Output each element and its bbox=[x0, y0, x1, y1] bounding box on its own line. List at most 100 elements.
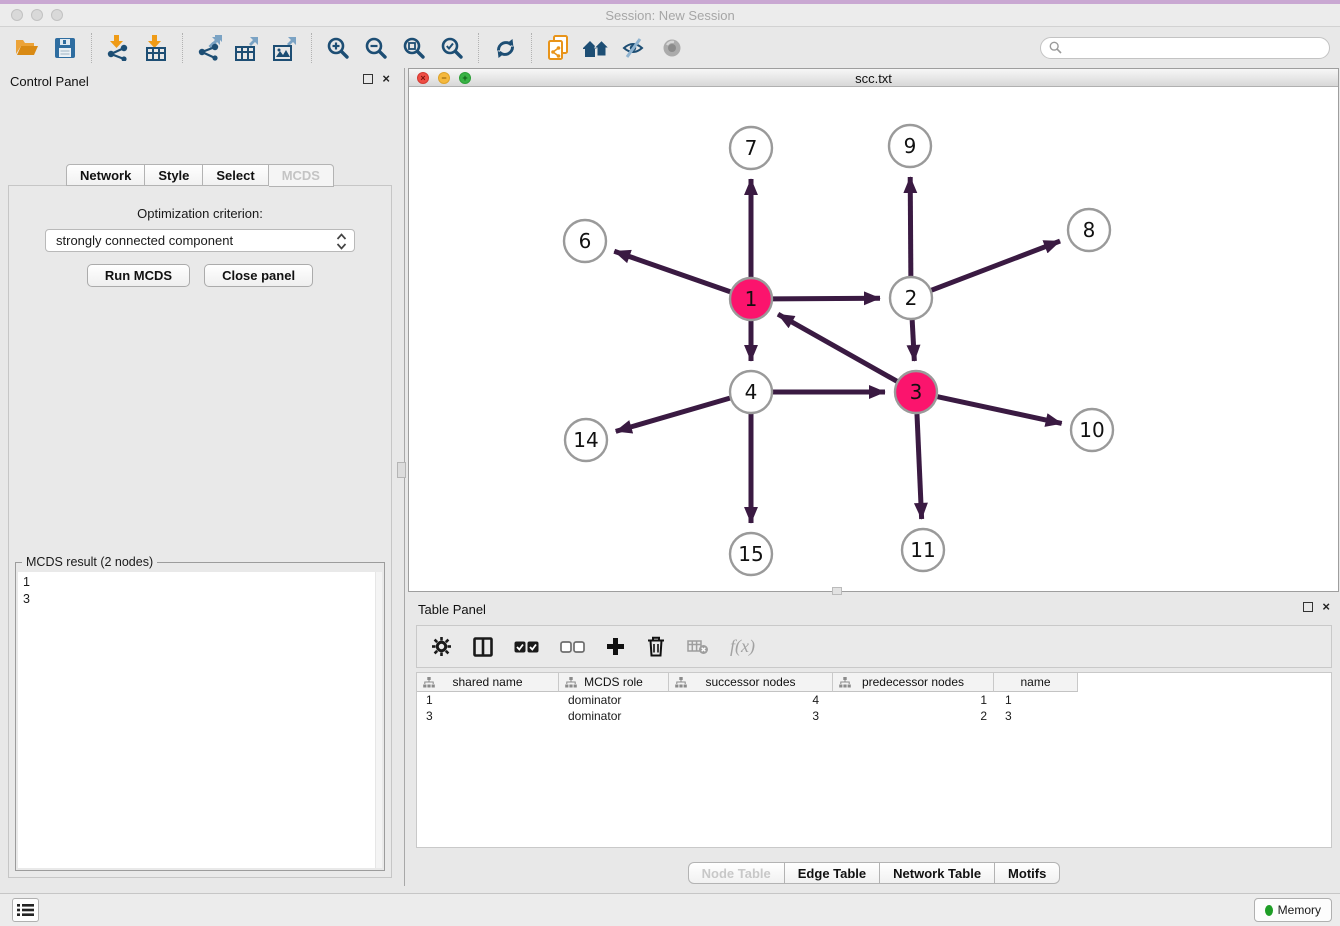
graph-node-label: 14 bbox=[573, 428, 598, 452]
graph-node[interactable]: 6 bbox=[564, 220, 606, 262]
search-input[interactable] bbox=[1040, 37, 1330, 59]
graph-edge[interactable] bbox=[917, 414, 922, 519]
graph-edge[interactable] bbox=[932, 241, 1060, 290]
tab-mcds[interactable]: MCDS bbox=[269, 164, 334, 187]
network-graph[interactable]: 7 9 6 8 1 2 4 3 14 10 15 11 bbox=[409, 88, 1338, 593]
chevron-updown-icon bbox=[335, 232, 348, 251]
tab-select[interactable]: Select bbox=[203, 164, 268, 186]
zoom-in-icon[interactable] bbox=[321, 32, 355, 64]
close-panel-button[interactable]: Close panel bbox=[204, 264, 313, 287]
network-view-window: × − + scc.txt 7 9 6 8 1 2 4 3 14 10 15 11 bbox=[408, 68, 1339, 592]
table-row[interactable]: 1 dominator 4 1 1 bbox=[417, 692, 1331, 708]
graph-node[interactable]: 10 bbox=[1071, 409, 1113, 451]
graph-node-label: 1 bbox=[745, 287, 758, 311]
cell-predecessor-nodes: 1 bbox=[833, 692, 994, 708]
refresh-icon[interactable] bbox=[488, 32, 522, 64]
tab-node-table[interactable]: Node Table bbox=[688, 862, 785, 884]
network-canvas[interactable]: 7 9 6 8 1 2 4 3 14 10 15 11 bbox=[409, 88, 1338, 591]
table-row[interactable]: 3 dominator 3 2 3 bbox=[417, 708, 1331, 724]
graph-edge[interactable] bbox=[910, 177, 911, 276]
export-image-icon[interactable] bbox=[268, 32, 302, 64]
export-table-icon[interactable] bbox=[230, 32, 264, 64]
graph-edge[interactable] bbox=[912, 320, 914, 361]
tree-hierarchy-icon bbox=[423, 677, 435, 688]
zoom-selected-icon[interactable] bbox=[435, 32, 469, 64]
graph-edge[interactable] bbox=[614, 251, 730, 292]
tab-motifs[interactable]: Motifs bbox=[995, 862, 1060, 884]
graph-node[interactable]: 15 bbox=[730, 533, 772, 575]
graph-edge[interactable] bbox=[773, 298, 880, 299]
graph-edge[interactable] bbox=[616, 398, 730, 431]
memory-button[interactable]: Memory bbox=[1254, 898, 1332, 922]
close-panel-icon[interactable]: × bbox=[1322, 602, 1330, 612]
save-session-icon[interactable] bbox=[48, 32, 82, 64]
column-header-predecessor-nodes[interactable]: predecessor nodes bbox=[833, 673, 994, 692]
cell-name: 3 bbox=[994, 708, 1078, 724]
table-panel-title: Table Panel bbox=[418, 602, 486, 617]
unselect-all-columns-icon[interactable] bbox=[560, 632, 585, 662]
tab-style[interactable]: Style bbox=[145, 164, 203, 186]
graph-node[interactable]: 8 bbox=[1068, 209, 1110, 251]
cell-successor-nodes: 4 bbox=[669, 692, 833, 708]
tab-network[interactable]: Network bbox=[66, 164, 145, 186]
graph-node[interactable]: 14 bbox=[565, 419, 607, 461]
graph-edge[interactable] bbox=[938, 397, 1062, 424]
column-header-name[interactable]: name bbox=[994, 673, 1078, 692]
graph-node[interactable]: 3 bbox=[895, 371, 937, 413]
float-panel-icon[interactable] bbox=[363, 74, 373, 84]
clone-network-icon[interactable] bbox=[541, 32, 575, 64]
graph-edges bbox=[614, 177, 1061, 523]
float-panel-icon[interactable] bbox=[1303, 602, 1313, 612]
horizontal-splitter-handle[interactable] bbox=[832, 587, 842, 595]
select-all-columns-icon[interactable] bbox=[514, 632, 539, 662]
import-table-icon[interactable] bbox=[139, 32, 173, 64]
zoom-out-icon[interactable] bbox=[359, 32, 393, 64]
graph-edge[interactable] bbox=[778, 314, 897, 381]
table-toolbar: f(x) bbox=[416, 625, 1332, 668]
cell-shared-name: 1 bbox=[417, 692, 559, 708]
graph-node-label: 10 bbox=[1079, 418, 1104, 442]
search-icon bbox=[1049, 41, 1062, 54]
delete-table-icon bbox=[687, 632, 709, 662]
column-header-successor-nodes[interactable]: successor nodes bbox=[669, 673, 833, 692]
tab-edge-table[interactable]: Edge Table bbox=[785, 862, 880, 884]
open-session-icon[interactable] bbox=[10, 32, 44, 64]
hide-graphics-details-icon[interactable] bbox=[617, 32, 651, 64]
mcds-result-textarea[interactable]: 1 3 bbox=[18, 572, 382, 868]
graph-node[interactable]: 7 bbox=[730, 127, 772, 169]
import-network-icon[interactable] bbox=[101, 32, 135, 64]
graph-node[interactable]: 4 bbox=[730, 371, 772, 413]
export-network-icon[interactable] bbox=[192, 32, 226, 64]
delete-columns-icon[interactable] bbox=[646, 632, 666, 662]
graph-node-label: 4 bbox=[745, 380, 758, 404]
graph-node-label: 9 bbox=[904, 134, 917, 158]
column-header-mcds-role[interactable]: MCDS role bbox=[559, 673, 669, 692]
run-mcds-button[interactable]: Run MCDS bbox=[87, 264, 190, 287]
tab-network-table[interactable]: Network Table bbox=[880, 862, 995, 884]
vertical-splitter-handle[interactable] bbox=[397, 462, 406, 478]
result-scrollbar[interactable] bbox=[375, 572, 382, 868]
table-panel-tabs: Node Table Edge Table Network Table Moti… bbox=[408, 862, 1340, 884]
zoom-fit-icon[interactable] bbox=[397, 32, 431, 64]
optimization-criterion-select[interactable]: strongly connected component bbox=[45, 229, 355, 252]
network-window-titlebar[interactable]: × − + scc.txt bbox=[409, 69, 1338, 87]
graph-node-label: 8 bbox=[1083, 218, 1096, 242]
task-history-button[interactable] bbox=[12, 898, 39, 922]
toolbar-separator bbox=[91, 33, 92, 63]
main-toolbar bbox=[0, 28, 1340, 68]
close-panel-icon[interactable]: × bbox=[382, 74, 390, 84]
result-line: 3 bbox=[23, 591, 377, 608]
control-panel-header: Control Panel × bbox=[0, 68, 400, 94]
column-header-shared-name[interactable]: shared name bbox=[417, 673, 559, 692]
graph-node[interactable]: 2 bbox=[890, 277, 932, 319]
graph-node-label: 15 bbox=[738, 542, 763, 566]
graph-node[interactable]: 9 bbox=[889, 125, 931, 167]
graph-node[interactable]: 1 bbox=[730, 278, 772, 320]
column-selector-icon[interactable] bbox=[473, 632, 493, 662]
show-graphics-details-icon[interactable] bbox=[655, 32, 689, 64]
cell-name: 1 bbox=[994, 692, 1078, 708]
add-column-icon[interactable] bbox=[606, 632, 625, 662]
graph-node[interactable]: 11 bbox=[902, 529, 944, 571]
home-icon[interactable] bbox=[579, 32, 613, 64]
table-options-icon[interactable] bbox=[431, 632, 452, 662]
